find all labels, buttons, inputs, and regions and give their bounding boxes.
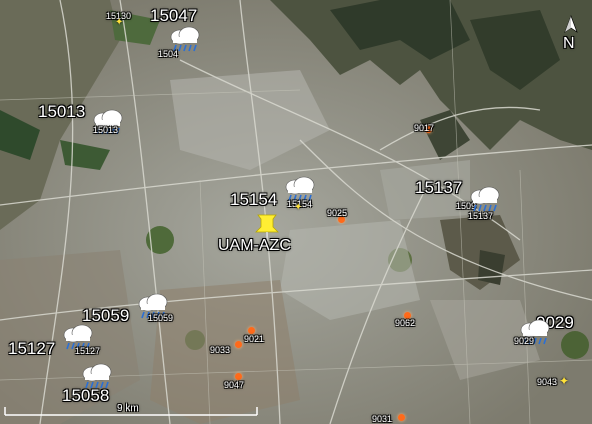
station-id-label: 15059 [82, 306, 130, 325]
star-icon: ✦ [559, 374, 570, 388]
station-sub-label: 1504 [158, 49, 179, 59]
station-label: 9031 [372, 414, 393, 424]
rain-cloud-icon [470, 186, 500, 212]
station-label: 9025 [327, 208, 348, 218]
station-id-label: 15047 [150, 6, 198, 25]
rain-cloud-icon [82, 363, 112, 389]
station-id-label: 15013 [38, 102, 86, 121]
station-sub-label: 15137 [468, 211, 494, 221]
star-icon: ✦ [115, 17, 124, 28]
station-label: 9033 [210, 345, 231, 355]
station-label: 9043 [537, 377, 558, 387]
station-dot-icon [248, 327, 255, 334]
station-sub-label: 15013 [93, 125, 119, 135]
station-id-label: 15127 [8, 339, 56, 358]
scale-label: 9 km [117, 403, 139, 414]
satellite-map[interactable]: N 15130 1509 15047 1504 15013 15013 1515… [0, 0, 592, 424]
station-dot-icon [235, 373, 242, 380]
station-sub-label: 9029 [514, 336, 535, 346]
star-icon: ✦ [294, 202, 303, 213]
station-label: 9047 [224, 380, 245, 390]
compass-label: N [563, 35, 575, 52]
station-id-label: 15154 [230, 190, 278, 209]
station-label: 9017 [414, 123, 435, 133]
station-sub-label: 15059 [148, 313, 174, 323]
site-label: UAM-AZC [218, 237, 291, 254]
station-dot-icon [398, 414, 405, 421]
station-label: 9021 [244, 334, 265, 344]
station-id-label: 15137 [415, 178, 463, 197]
north-arrow: N [560, 14, 582, 58]
station-dot-icon [235, 341, 242, 348]
station-label: 9062 [395, 318, 416, 328]
station-sub-label: 15127 [75, 346, 101, 356]
